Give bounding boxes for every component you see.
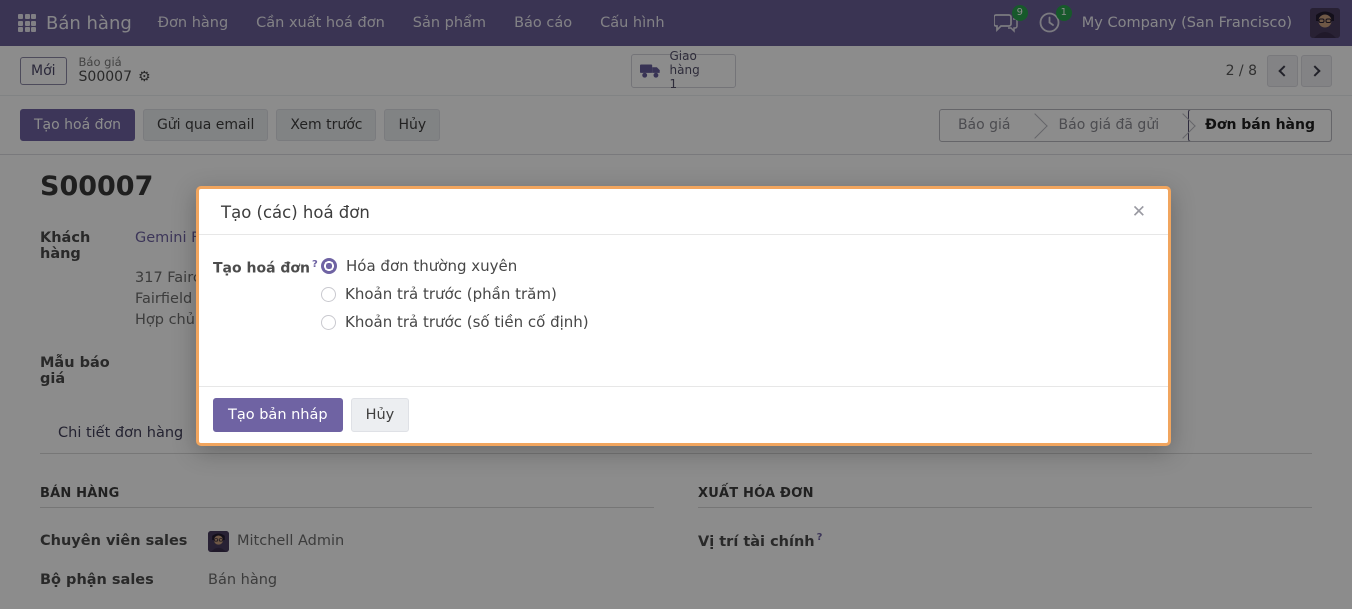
radio-down-payment-fixed[interactable]: Khoản trả trước (số tiền cố định) bbox=[321, 313, 589, 331]
invoice-type-radio-group: Hóa đơn thường xuyên Khoản trả trước (ph… bbox=[321, 257, 589, 386]
help-icon[interactable]: ? bbox=[312, 259, 318, 270]
radio-down-payment-percentage[interactable]: Khoản trả trước (phần trăm) bbox=[321, 285, 589, 303]
dialog-footer: Tạo bản nháp Hủy bbox=[199, 386, 1168, 443]
dialog-cancel-button[interactable]: Hủy bbox=[351, 398, 410, 432]
create-draft-button[interactable]: Tạo bản nháp bbox=[213, 398, 343, 432]
dialog-header: Tạo (các) hoá đơn ✕ bbox=[199, 189, 1168, 235]
radio-unselected-icon[interactable] bbox=[321, 315, 336, 330]
dialog-body: Tạo hoá đơn? Hóa đơn thường xuyên Khoản … bbox=[199, 235, 1168, 386]
radio-selected-icon[interactable] bbox=[321, 258, 337, 274]
radio-unselected-icon[interactable] bbox=[321, 287, 336, 302]
create-invoice-field-label: Tạo hoá đơn? bbox=[213, 257, 321, 386]
dialog-title: Tạo (các) hoá đơn bbox=[221, 203, 370, 222]
odoo-app: Bán hàng Đơn hàng Cần xuất hoá đơn Sản p… bbox=[0, 0, 1352, 609]
create-invoices-dialog: Tạo (các) hoá đơn ✕ Tạo hoá đơn? Hóa đơn… bbox=[196, 186, 1171, 446]
close-icon[interactable]: ✕ bbox=[1132, 204, 1146, 221]
radio-regular-invoice[interactable]: Hóa đơn thường xuyên bbox=[321, 257, 589, 275]
